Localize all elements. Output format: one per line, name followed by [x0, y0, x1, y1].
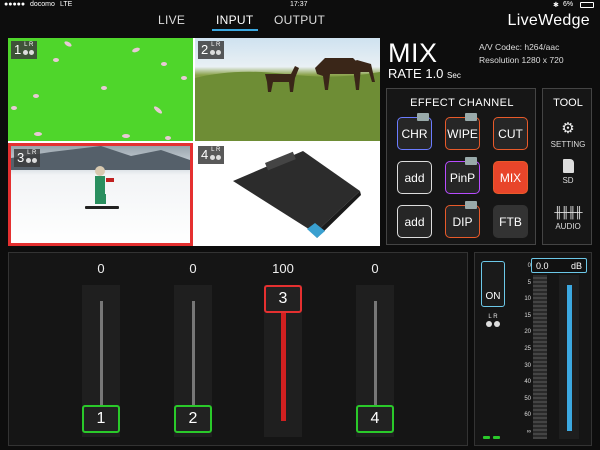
db-tick-label: 60 — [524, 412, 531, 419]
effect-button-pinp-4[interactable]: PinP — [445, 157, 480, 194]
clock: 17:37 — [290, 1, 308, 8]
fader-value-2: 0 — [189, 261, 197, 276]
bluetooth-icon: ✱ — [553, 2, 559, 9]
output-indicator — [483, 436, 500, 439]
fader-knob-4[interactable]: 4 — [356, 405, 394, 433]
effect-button-label: DIP — [452, 214, 473, 229]
brand-logo: LiveWedge — [507, 12, 590, 29]
network-type: LTE — [60, 1, 73, 8]
fader-groove — [374, 301, 377, 421]
effect-button-cut-2[interactable]: CUT — [493, 117, 528, 150]
db-tick-label: 50 — [524, 395, 531, 402]
effect-button-chr-0[interactable]: CHR — [397, 113, 432, 150]
settings-tab-icon[interactable] — [465, 157, 477, 165]
db-tick-label: 30 — [524, 362, 531, 369]
effect-button-wipe-1[interactable]: WIPE — [445, 113, 480, 150]
fader-level-fill — [281, 301, 286, 421]
fader-knob-1[interactable]: 1 — [82, 405, 120, 433]
effect-mode-title: MIX — [388, 38, 438, 68]
master-fader-fill — [567, 285, 572, 431]
effect-button-label: FTB — [499, 214, 522, 229]
tool-panel: TOOL ⚙ SETTING SD ╫╫╫╫ AUDIO — [542, 88, 592, 245]
effect-button-dip-7[interactable]: DIP — [445, 201, 480, 238]
effect-button-add-6[interactable]: add — [397, 205, 432, 238]
effect-button-label: add — [404, 214, 425, 229]
tab-output[interactable]: OUTPUT — [274, 13, 325, 27]
tab-live[interactable]: LIVE — [158, 13, 185, 27]
effect-button-ftb-8[interactable]: FTB — [493, 205, 528, 238]
fader-groove — [100, 301, 103, 421]
sd-button[interactable]: SD — [543, 159, 593, 185]
effect-button-label: WIPE — [447, 126, 478, 141]
setting-button[interactable]: ⚙ SETTING — [543, 119, 593, 149]
fader-value-1: 0 — [97, 261, 105, 276]
input-label-2: 2 L R — [198, 41, 225, 59]
effect-button-mix-5[interactable]: MIX — [493, 161, 528, 194]
fader-value-3: 100 — [272, 261, 294, 276]
fader-knob-2[interactable]: 2 — [174, 405, 212, 433]
fader-groove — [192, 301, 195, 421]
master-audio-panel: ON L R 0 5 10 15 20 25 30 40 50 60 ∞ 0.0 dB — [474, 252, 592, 446]
db-tick-label: 20 — [524, 329, 531, 336]
rate-display: RATE 1.0 Sec — [388, 66, 461, 81]
master-lr-indicator: L R — [483, 314, 503, 327]
battery-percent: 6% — [563, 1, 574, 8]
input-label-4: 4 L R — [198, 146, 225, 164]
effect-button-label: CUT — [498, 126, 523, 141]
input-preview-3[interactable]: 3 L R — [8, 143, 193, 246]
db-tick-label: 25 — [524, 346, 531, 352]
effect-button-add-3[interactable]: add — [397, 161, 432, 194]
level-meter — [533, 275, 547, 439]
db-readout: 0.0 dB — [531, 258, 587, 273]
mixer-sliders-icon: ╫╫╫╫ — [554, 207, 582, 219]
signal-icon: ●●●●● — [4, 1, 26, 8]
db-tick-label: 10 — [524, 296, 531, 303]
effect-button-label: add — [404, 170, 425, 185]
input-label-3: 3 L R — [14, 149, 41, 167]
fader-value-4: 0 — [371, 261, 379, 276]
settings-tab-icon[interactable] — [465, 113, 477, 121]
resolution-info: Resolution 1280 x 720 — [479, 55, 564, 65]
input-label-1: 1 L R — [11, 41, 38, 59]
db-tick-label: 5 — [527, 279, 531, 286]
db-tick-label: 15 — [524, 312, 531, 319]
fader-knob-3[interactable]: 3 — [264, 285, 302, 313]
tab-input[interactable]: INPUT — [212, 13, 257, 31]
audio-button[interactable]: ╫╫╫╫ AUDIO — [543, 207, 593, 231]
db-scale: 0 5 10 15 20 25 30 40 50 60 ∞ — [515, 263, 531, 435]
status-bar: ●●●●● docomo LTE 17:37 ✱ 6% — [0, 0, 600, 10]
effect-button-label: CHR — [401, 126, 428, 141]
preview-grid: 1 L R 2 L R 3 L R 4 L R — [8, 38, 380, 246]
tool-title: TOOL — [553, 97, 583, 109]
sd-card-icon — [562, 159, 574, 173]
input-preview-4[interactable]: 4 L R — [195, 143, 380, 246]
input-preview-2[interactable]: 2 L R — [195, 38, 380, 141]
db-tick-label: 40 — [524, 379, 531, 386]
gear-icon: ⚙ — [561, 120, 575, 137]
effect-channel-panel: EFFECT CHANNEL CHR WIPE CUT add PinP MIX add DI… — [386, 88, 536, 245]
mix-info-panel: MIX RATE 1.0 Sec A/V Codec: h264/aac Res… — [386, 38, 592, 84]
input-preview-1[interactable]: 1 L R — [8, 38, 193, 141]
effect-channel-title: EFFECT CHANNEL — [410, 97, 514, 109]
carrier-name: docomo — [30, 1, 55, 8]
battery-icon — [580, 2, 594, 8]
effect-button-label: PinP — [449, 170, 476, 185]
settings-tab-icon[interactable] — [465, 201, 477, 209]
audio-on-button[interactable]: ON — [481, 261, 505, 307]
fader-panel: 0 1 0 2 100 3 0 4 — [8, 252, 468, 446]
codec-info: A/V Codec: h264/aac — [479, 42, 560, 52]
db-tick-label: ∞ — [526, 429, 531, 435]
settings-tab-icon[interactable] — [417, 113, 429, 121]
effect-button-label: MIX — [499, 170, 522, 185]
